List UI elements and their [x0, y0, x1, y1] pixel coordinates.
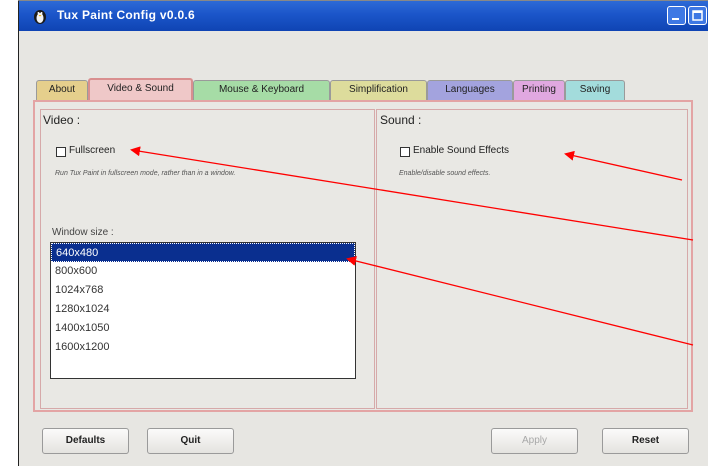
window-size-option[interactable]: 1400x1050	[51, 319, 355, 338]
sound-effects-hint: Enable/disable sound effects.	[399, 170, 491, 177]
sound-effects-checkbox[interactable]	[400, 147, 410, 157]
tab-video-sound[interactable]: Video & Sound	[88, 78, 193, 101]
window-size-list[interactable]: 640x480 800x600 1024x768 1280x1024 1400x…	[50, 242, 356, 379]
window-size-option[interactable]: 640x480	[51, 243, 355, 262]
apply-button[interactable]: Apply	[491, 428, 578, 454]
title-bar[interactable]: Tux Paint Config v0.0.6	[19, 1, 708, 31]
tab-printing[interactable]: Printing	[513, 80, 565, 100]
window-size-label: Window size :	[52, 227, 114, 238]
window-size-option[interactable]: 800x600	[51, 262, 355, 281]
window-size-option[interactable]: 1024x768	[51, 281, 355, 300]
quit-button[interactable]: Quit	[147, 428, 234, 454]
fullscreen-checkbox[interactable]	[56, 147, 66, 157]
sound-effects-label[interactable]: Enable Sound Effects	[413, 145, 509, 156]
reset-button[interactable]: Reset	[602, 428, 689, 454]
tab-mouse-keyboard[interactable]: Mouse & Keyboard	[193, 80, 330, 100]
window-size-option[interactable]: 1600x1200	[51, 338, 355, 357]
tab-simplification[interactable]: Simplification	[330, 80, 427, 100]
sound-heading: Sound :	[380, 113, 422, 127]
maximize-button[interactable]	[688, 6, 707, 25]
tux-penguin-icon	[31, 7, 49, 25]
fullscreen-label[interactable]: Fullscreen	[69, 145, 115, 156]
tab-about[interactable]: About	[36, 80, 88, 100]
tab-languages[interactable]: Languages	[427, 80, 513, 100]
defaults-button[interactable]: Defaults	[42, 428, 129, 454]
window-size-option[interactable]: 1280x1024	[51, 300, 355, 319]
tab-saving[interactable]: Saving	[565, 80, 625, 100]
video-heading: Video :	[43, 113, 81, 127]
config-window: Tux Paint Config v0.0.6 About Video & So…	[19, 1, 708, 466]
window-title: Tux Paint Config v0.0.6	[57, 8, 196, 22]
minimize-button[interactable]	[667, 6, 686, 25]
fullscreen-hint: Run Tux Paint in fullscreen mode, rather…	[55, 170, 236, 177]
